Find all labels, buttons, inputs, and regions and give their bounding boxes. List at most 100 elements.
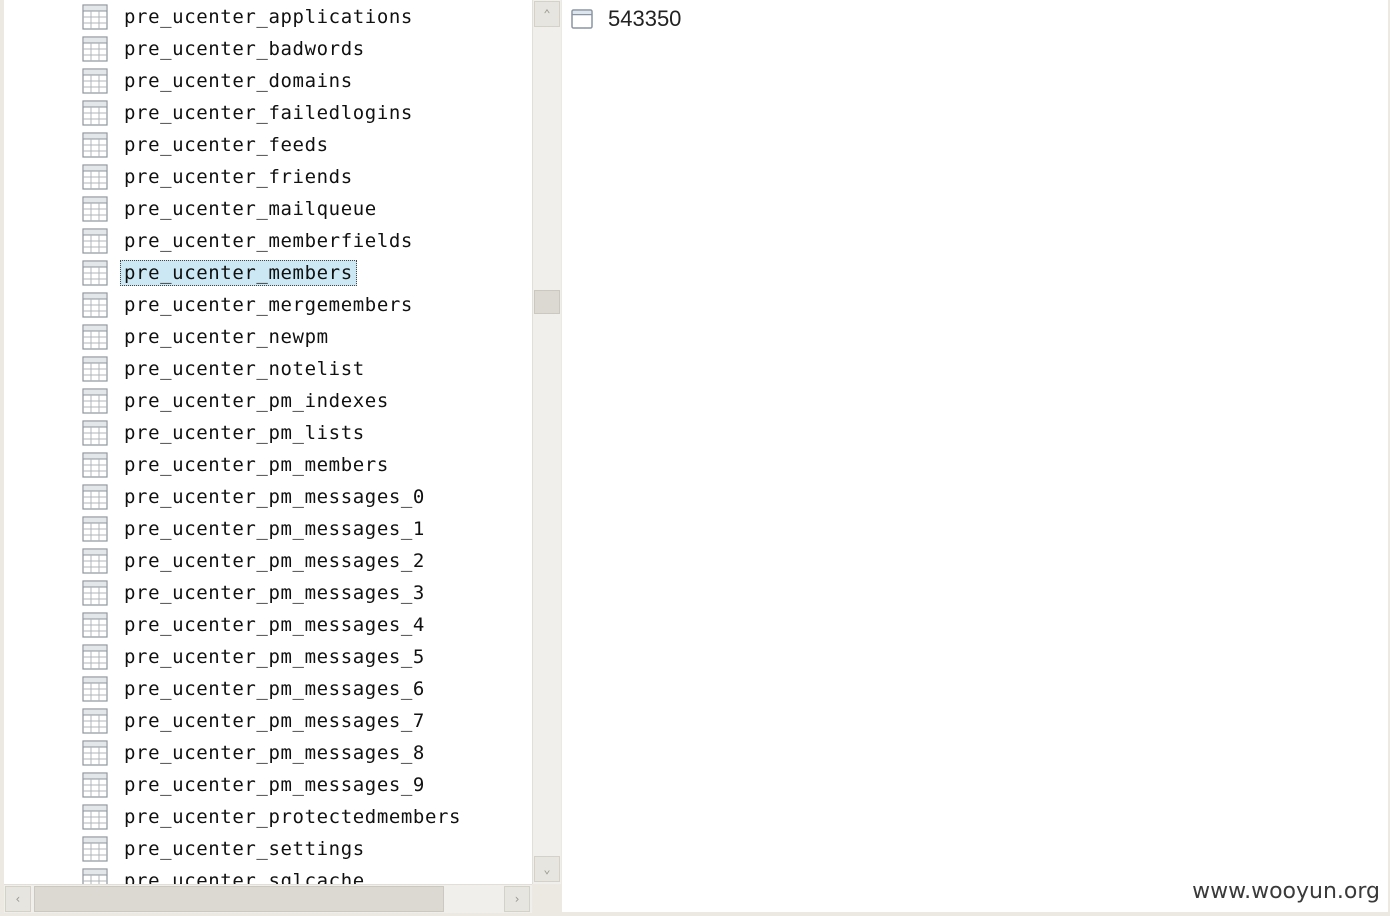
table-grid-icon <box>82 580 108 606</box>
scroll-left-button[interactable]: ‹ <box>5 886 31 912</box>
table-grid-icon <box>82 804 108 830</box>
table-grid-icon <box>82 644 108 670</box>
tree-item-label: pre_ucenter_mergemembers <box>124 294 413 316</box>
tree-item[interactable]: pre_ucenter_pm_messages_2 <box>82 545 429 577</box>
table-grid-icon <box>82 708 108 734</box>
table-grid-icon <box>82 484 108 510</box>
scroll-down-button[interactable]: ⌄ <box>534 856 560 882</box>
tree-item[interactable]: pre_ucenter_newpm <box>82 321 333 353</box>
table-grid-icon <box>82 68 108 94</box>
table-grid-icon <box>82 772 108 798</box>
tree-item-label: pre_ucenter_pm_messages_4 <box>124 614 425 636</box>
tree-item[interactable]: pre_ucenter_memberfields <box>82 225 417 257</box>
table-grid-icon <box>82 548 108 574</box>
tree-item[interactable]: pre_ucenter_failedlogins <box>82 97 417 129</box>
tree-item[interactable]: pre_ucenter_mergemembers <box>82 289 417 321</box>
horizontal-scroll-thumb[interactable] <box>34 886 444 912</box>
table-tree-pane[interactable]: pre_ucenter_applications pre_ucenter_badw… <box>4 0 532 884</box>
tree-item[interactable]: pre_ucenter_notelist <box>82 353 369 385</box>
tree-item-label: pre_ucenter_pm_messages_3 <box>124 582 425 604</box>
tree-item-label: pre_ucenter_pm_messages_2 <box>124 550 425 572</box>
value-row[interactable]: 543350 <box>570 6 681 32</box>
table-grid-icon <box>82 132 108 158</box>
tree-item-label: pre_ucenter_pm_messages_1 <box>124 518 425 540</box>
tree-item-label: pre_ucenter_applications <box>124 6 413 28</box>
table-grid-icon <box>82 868 108 884</box>
chevron-down-icon: ⌄ <box>543 862 551 876</box>
scroll-up-button[interactable]: ⌃ <box>534 1 560 27</box>
tree-item-label: pre_ucenter_failedlogins <box>124 102 413 124</box>
table-grid-icon <box>82 516 108 542</box>
tree-item[interactable]: pre_ucenter_members <box>82 257 357 289</box>
tree-item-label: pre_ucenter_newpm <box>124 326 329 348</box>
tree-item-label: pre_ucenter_pm_messages_5 <box>124 646 425 668</box>
tree-item-label: pre_ucenter_sqlcache <box>124 870 365 884</box>
tree-item-label: pre_ucenter_notelist <box>124 358 365 380</box>
table-grid-icon <box>82 292 108 318</box>
tree-item-label: pre_ucenter_pm_indexes <box>124 390 389 412</box>
table-grid-icon <box>82 612 108 638</box>
tree-item[interactable]: pre_ucenter_sqlcache <box>82 865 369 884</box>
tree-item-label: pre_ucenter_pm_messages_0 <box>124 486 425 508</box>
table-grid-icon <box>82 36 108 62</box>
tree-item[interactable]: pre_ucenter_protectedmembers <box>82 801 465 833</box>
tree-item-label: pre_ucenter_memberfields <box>124 230 413 252</box>
tree-item[interactable]: pre_ucenter_pm_messages_1 <box>82 513 429 545</box>
table-grid-icon <box>82 100 108 126</box>
scrollbar-corner <box>532 884 560 912</box>
chevron-up-icon: ⌃ <box>543 7 551 21</box>
tree-item[interactable]: pre_ucenter_pm_lists <box>82 417 369 449</box>
tree-item[interactable]: pre_ucenter_applications <box>82 1 417 33</box>
tree-item[interactable]: pre_ucenter_pm_messages_5 <box>82 641 429 673</box>
table-grid-icon <box>82 260 108 286</box>
tree-horizontal-scrollbar[interactable]: ‹ › <box>4 884 532 913</box>
window-icon <box>571 9 593 29</box>
tree-item-label: pre_ucenter_settings <box>124 838 365 860</box>
tree-item-label: pre_ucenter_friends <box>124 166 353 188</box>
table-grid-icon <box>82 164 108 190</box>
tree-item[interactable]: pre_ucenter_domains <box>82 65 357 97</box>
tree-item-label: pre_ucenter_feeds <box>124 134 329 156</box>
chevron-left-icon: ‹ <box>14 892 22 906</box>
tree-item[interactable]: pre_ucenter_pm_messages_8 <box>82 737 429 769</box>
tree-item[interactable]: pre_ucenter_pm_messages_0 <box>82 481 429 513</box>
tree-item[interactable]: pre_ucenter_pm_messages_4 <box>82 609 429 641</box>
tree-item[interactable]: pre_ucenter_pm_members <box>82 449 393 481</box>
tree-item[interactable]: pre_ucenter_mailqueue <box>82 193 381 225</box>
scroll-right-button[interactable]: › <box>504 886 530 912</box>
watermark: www.wooyun.org <box>1192 879 1380 904</box>
tree-item[interactable]: pre_ucenter_settings <box>82 833 369 865</box>
table-grid-icon <box>82 388 108 414</box>
vertical-scroll-thumb[interactable] <box>534 290 560 314</box>
tree-item-label: pre_ucenter_pm_messages_6 <box>124 678 425 700</box>
tree-vertical-scrollbar[interactable]: ⌃ ⌄ <box>532 0 561 884</box>
table-grid-icon <box>82 452 108 478</box>
tree-item-label: pre_ucenter_pm_messages_8 <box>124 742 425 764</box>
tree-item-label: pre_ucenter_mailqueue <box>124 198 377 220</box>
table-grid-icon <box>82 4 108 30</box>
table-grid-icon <box>82 676 108 702</box>
tree-item-label: pre_ucenter_pm_messages_7 <box>124 710 425 732</box>
table-grid-icon <box>82 196 108 222</box>
chevron-right-icon: › <box>513 892 521 906</box>
tree-item[interactable]: pre_ucenter_pm_indexes <box>82 385 393 417</box>
tree-item-label: pre_ucenter_protectedmembers <box>124 806 462 828</box>
table-grid-icon <box>82 324 108 350</box>
table-grid-icon <box>82 740 108 766</box>
tree-item[interactable]: pre_ucenter_friends <box>82 161 357 193</box>
tree-item-label: pre_ucenter_pm_members <box>124 454 389 476</box>
tree-item-label: pre_ucenter_pm_messages_9 <box>124 774 425 796</box>
tree-item-label: pre_ucenter_badwords <box>124 38 365 60</box>
tree-item[interactable]: pre_ucenter_pm_messages_6 <box>82 673 429 705</box>
tree-item[interactable]: pre_ucenter_pm_messages_9 <box>82 769 429 801</box>
tree-item-label: pre_ucenter_pm_lists <box>124 422 365 444</box>
table-grid-icon <box>82 228 108 254</box>
tree-item[interactable]: pre_ucenter_pm_messages_3 <box>82 577 429 609</box>
value-text: 543350 <box>608 6 682 31</box>
table-grid-icon <box>82 420 108 446</box>
table-grid-icon <box>82 836 108 862</box>
tree-item[interactable]: pre_ucenter_badwords <box>82 33 369 65</box>
tree-item[interactable]: pre_ucenter_feeds <box>82 129 333 161</box>
tree-item-label: pre_ucenter_members <box>120 260 357 286</box>
tree-item[interactable]: pre_ucenter_pm_messages_7 <box>82 705 429 737</box>
